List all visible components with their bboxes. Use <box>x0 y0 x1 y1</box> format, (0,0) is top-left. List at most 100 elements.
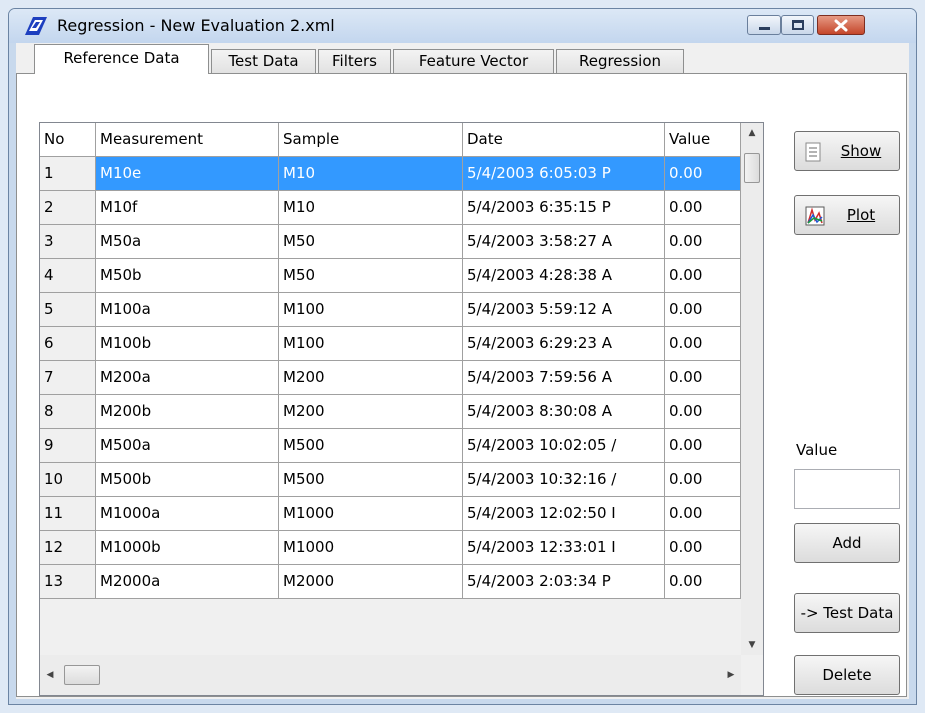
reference-data-grid[interactable]: No Measurement Sample Date Value 1 M10e M1… <box>39 122 764 696</box>
row-number-cell[interactable]: 13 <box>40 565 96 599</box>
sample-cell[interactable]: M2000 <box>279 565 463 599</box>
add-button[interactable]: Add <box>794 523 900 563</box>
table-row[interactable]: 4 M50b M50 5/4/2003 4:28:38 A 0.00 <box>40 259 741 293</box>
measurement-cell[interactable]: M50a <box>96 225 279 259</box>
measurement-cell[interactable]: M100b <box>96 327 279 361</box>
to-test-data-button[interactable]: -> Test Data <box>794 593 900 633</box>
row-number-cell[interactable]: 11 <box>40 497 96 531</box>
value-cell[interactable]: 0.00 <box>665 565 741 599</box>
sample-cell[interactable]: M100 <box>279 293 463 327</box>
row-number-cell[interactable]: 3 <box>40 225 96 259</box>
table-row[interactable]: 3 M50a M50 5/4/2003 3:58:27 A 0.00 <box>40 225 741 259</box>
measurement-cell[interactable]: M500a <box>96 429 279 463</box>
measurement-cell[interactable]: M50b <box>96 259 279 293</box>
row-number-cell[interactable]: 7 <box>40 361 96 395</box>
column-header-measurement[interactable]: Measurement <box>96 123 279 157</box>
date-cell[interactable]: 5/4/2003 5:59:12 A <box>463 293 665 327</box>
row-number-cell[interactable]: 6 <box>40 327 96 361</box>
maximize-button[interactable] <box>781 15 814 35</box>
scroll-down-icon[interactable]: ▼ <box>741 635 763 655</box>
sample-cell[interactable]: M50 <box>279 259 463 293</box>
measurement-cell[interactable]: M1000a <box>96 497 279 531</box>
sample-cell[interactable]: M10 <box>279 191 463 225</box>
date-cell[interactable]: 5/4/2003 6:05:03 P <box>463 157 665 191</box>
row-number-cell[interactable]: 4 <box>40 259 96 293</box>
date-cell[interactable]: 5/4/2003 6:35:15 P <box>463 191 665 225</box>
row-number-cell[interactable]: 10 <box>40 463 96 497</box>
value-cell[interactable]: 0.00 <box>665 293 741 327</box>
table-row[interactable]: 11 M1000a M1000 5/4/2003 12:02:50 I 0.00 <box>40 497 741 531</box>
date-cell[interactable]: 5/4/2003 10:32:16 / <box>463 463 665 497</box>
value-cell[interactable]: 0.00 <box>665 259 741 293</box>
date-cell[interactable]: 5/4/2003 8:30:08 A <box>463 395 665 429</box>
date-cell[interactable]: 5/4/2003 4:28:38 A <box>463 259 665 293</box>
measurement-cell[interactable]: M200b <box>96 395 279 429</box>
value-cell[interactable]: 0.00 <box>665 225 741 259</box>
tab-regression[interactable]: Regression <box>556 49 684 73</box>
row-number-cell[interactable]: 12 <box>40 531 96 565</box>
tab-test-data[interactable]: Test Data <box>211 49 316 73</box>
sample-cell[interactable]: M10 <box>279 157 463 191</box>
value-cell[interactable]: 0.00 <box>665 395 741 429</box>
table-row[interactable]: 8 M200b M200 5/4/2003 8:30:08 A 0.00 <box>40 395 741 429</box>
row-number-cell[interactable]: 1 <box>40 157 96 191</box>
table-row[interactable]: 5 M100a M100 5/4/2003 5:59:12 A 0.00 <box>40 293 741 327</box>
date-cell[interactable]: 5/4/2003 3:58:27 A <box>463 225 665 259</box>
tab-feature-vector[interactable]: Feature Vector <box>393 49 554 73</box>
sample-cell[interactable]: M1000 <box>279 497 463 531</box>
sample-cell[interactable]: M200 <box>279 361 463 395</box>
date-cell[interactable]: 5/4/2003 12:02:50 I <box>463 497 665 531</box>
value-cell[interactable]: 0.00 <box>665 497 741 531</box>
value-cell[interactable]: 0.00 <box>665 429 741 463</box>
table-row[interactable]: 12 M1000b M1000 5/4/2003 12:33:01 I 0.00 <box>40 531 741 565</box>
table-row[interactable]: 7 M200a M200 5/4/2003 7:59:56 A 0.00 <box>40 361 741 395</box>
minimize-button[interactable] <box>747 15 781 35</box>
measurement-cell[interactable]: M2000a <box>96 565 279 599</box>
table-row[interactable]: 2 M10f M10 5/4/2003 6:35:15 P 0.00 <box>40 191 741 225</box>
row-number-cell[interactable]: 2 <box>40 191 96 225</box>
date-cell[interactable]: 5/4/2003 6:29:23 A <box>463 327 665 361</box>
show-button[interactable]: Show <box>794 131 900 171</box>
scroll-left-icon[interactable]: ◀ <box>40 655 60 695</box>
row-number-cell[interactable]: 8 <box>40 395 96 429</box>
plot-button[interactable]: Plot <box>794 195 900 235</box>
horizontal-scrollbar[interactable]: ◀ ▶ <box>40 655 741 695</box>
sample-cell[interactable]: M100 <box>279 327 463 361</box>
measurement-cell[interactable]: M500b <box>96 463 279 497</box>
sample-cell[interactable]: M1000 <box>279 531 463 565</box>
value-input[interactable] <box>794 469 900 509</box>
value-cell[interactable]: 0.00 <box>665 191 741 225</box>
value-cell[interactable]: 0.00 <box>665 361 741 395</box>
vertical-scrollbar[interactable]: ▲ ▼ <box>741 123 763 655</box>
column-header-value[interactable]: Value <box>665 123 741 157</box>
measurement-cell[interactable]: M10e <box>96 157 279 191</box>
scroll-up-icon[interactable]: ▲ <box>741 123 763 143</box>
vertical-scroll-thumb[interactable] <box>744 153 760 183</box>
sample-cell[interactable]: M50 <box>279 225 463 259</box>
column-header-no[interactable]: No <box>40 123 96 157</box>
measurement-cell[interactable]: M1000b <box>96 531 279 565</box>
measurement-cell[interactable]: M100a <box>96 293 279 327</box>
date-cell[interactable]: 5/4/2003 7:59:56 A <box>463 361 665 395</box>
date-cell[interactable]: 5/4/2003 12:33:01 I <box>463 531 665 565</box>
row-number-cell[interactable]: 5 <box>40 293 96 327</box>
value-cell[interactable]: 0.00 <box>665 531 741 565</box>
sample-cell[interactable]: M500 <box>279 429 463 463</box>
table-row[interactable]: 9 M500a M500 5/4/2003 10:02:05 /0.00 <box>40 429 741 463</box>
value-cell[interactable]: 0.00 <box>665 157 741 191</box>
column-header-date[interactable]: Date <box>463 123 665 157</box>
table-row[interactable]: 13 M2000a M2000 5/4/2003 2:03:34 P 0.00 <box>40 565 741 599</box>
delete-button[interactable]: Delete <box>794 655 900 695</box>
tab-reference-data[interactable]: Reference Data <box>34 44 209 74</box>
value-cell[interactable]: 0.00 <box>665 327 741 361</box>
row-number-cell[interactable]: 9 <box>40 429 96 463</box>
table-row[interactable]: 1 M10e M10 5/4/2003 6:05:03 P 0.00 <box>40 157 741 191</box>
table-row[interactable]: 6 M100b M100 5/4/2003 6:29:23 A 0.00 <box>40 327 741 361</box>
title-bar[interactable]: Regression - New Evaluation 2.xml <box>9 9 916 43</box>
sample-cell[interactable]: M200 <box>279 395 463 429</box>
close-button[interactable] <box>817 15 865 35</box>
measurement-cell[interactable]: M200a <box>96 361 279 395</box>
measurement-cell[interactable]: M10f <box>96 191 279 225</box>
horizontal-scroll-thumb[interactable] <box>64 665 100 685</box>
table-row[interactable]: 10 M500b M500 5/4/2003 10:32:16 /0.00 <box>40 463 741 497</box>
